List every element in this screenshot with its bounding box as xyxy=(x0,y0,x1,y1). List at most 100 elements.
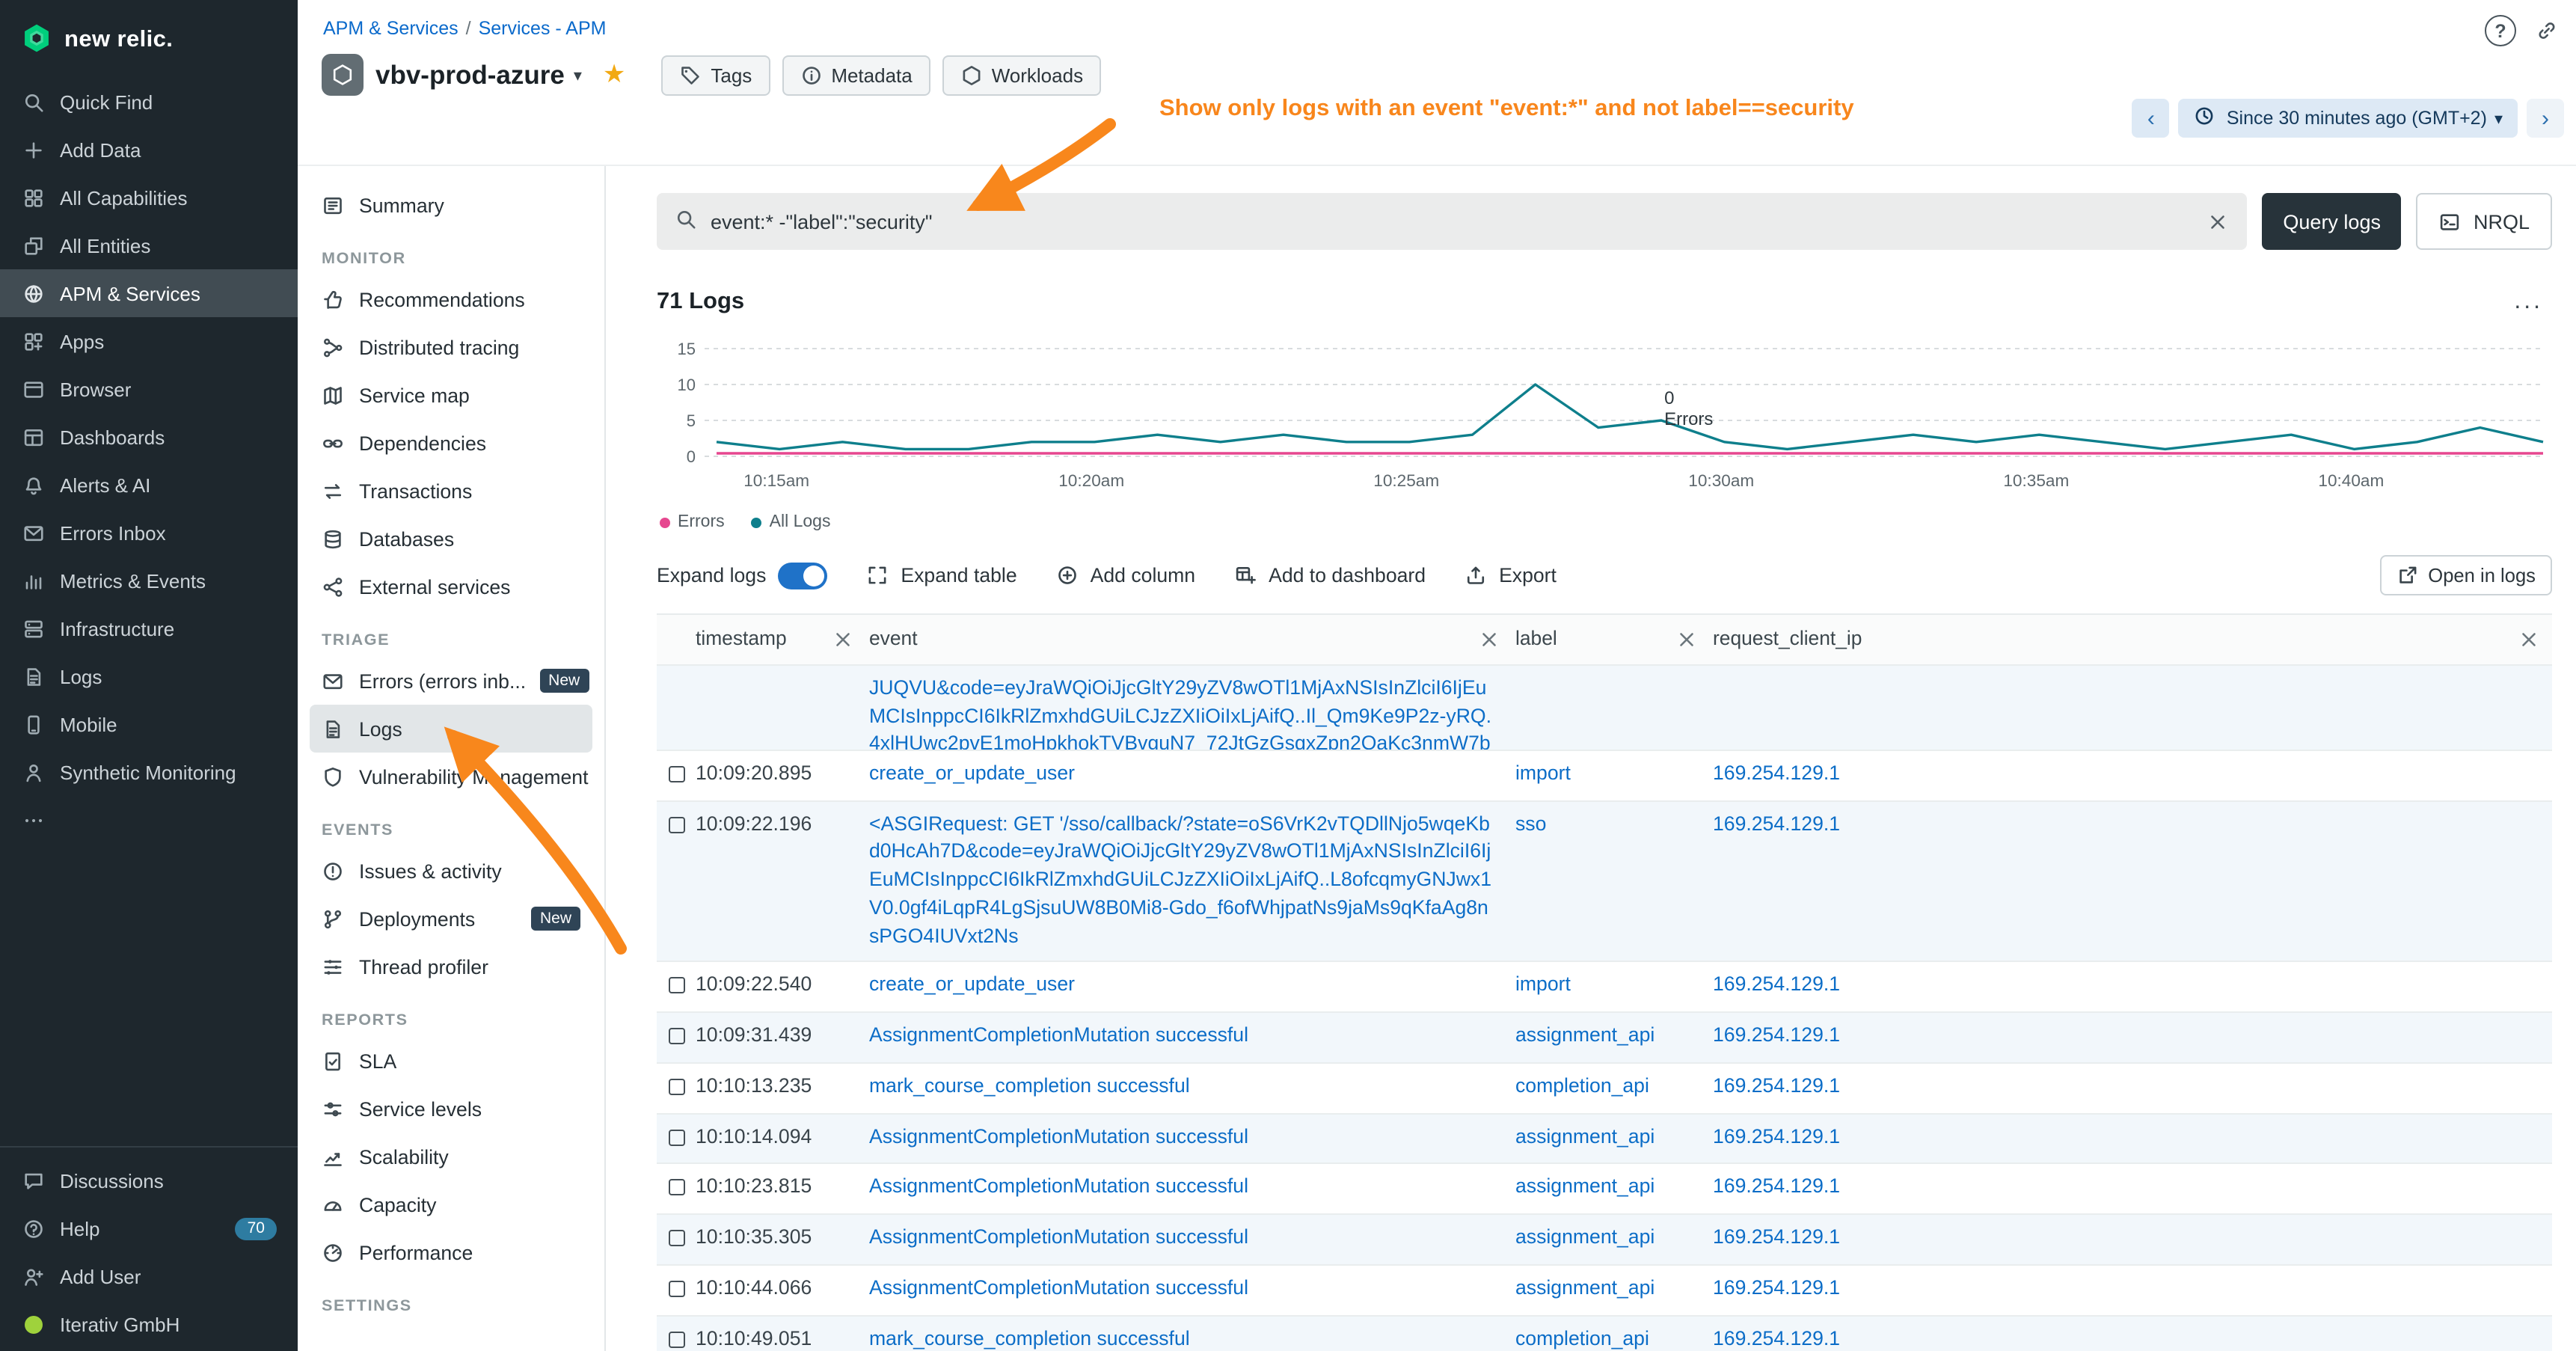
event-link[interactable]: create_or_update_user xyxy=(869,761,1075,783)
row-checkbox[interactable] xyxy=(669,1129,685,1145)
favorite-star-icon[interactable]: ★ xyxy=(603,60,626,90)
event-link[interactable]: create_or_update_user xyxy=(869,972,1075,995)
sidebar-footer-help[interactable]: Help70 xyxy=(0,1204,298,1252)
time-forward-button[interactable]: › xyxy=(2527,99,2564,138)
label-link[interactable]: completion_api xyxy=(1515,1073,1649,1096)
query-logs-button[interactable]: Query logs xyxy=(2262,193,2402,250)
event-link[interactable]: mark_course_completion successful xyxy=(869,1327,1190,1350)
sidebar-footer-add-user[interactable]: Add User xyxy=(0,1252,298,1300)
subnav-item-summary[interactable]: Summary xyxy=(310,181,592,229)
sidebar-item-all-entities[interactable]: All Entities xyxy=(0,221,298,269)
request_client_ip-link[interactable]: 169.254.129.1 xyxy=(1713,1073,1840,1096)
row-checkbox[interactable] xyxy=(669,1231,685,1247)
subnav-item-sla[interactable]: SLA xyxy=(310,1037,592,1085)
subnav-item-vulnerability-management[interactable]: Vulnerability Management xyxy=(310,753,592,800)
subnav-item-transactions[interactable]: Transactions xyxy=(310,467,592,515)
sidebar-item-synthetic-monitoring[interactable]: Synthetic Monitoring xyxy=(0,748,298,796)
row-checkbox[interactable] xyxy=(669,977,685,993)
log-query-bar[interactable]: event:* -"label":"security" xyxy=(657,193,2247,250)
subnav-item-service-map[interactable]: Service map xyxy=(310,371,592,419)
expand-logs-toggle[interactable]: Expand logs xyxy=(657,562,827,589)
request_client_ip-link[interactable]: 169.254.129.1 xyxy=(1713,1327,1840,1350)
add-to-dashboard-button[interactable]: Add to dashboard xyxy=(1234,564,1426,586)
help-icon[interactable]: ? xyxy=(2485,15,2516,46)
sidebar-item-quick-find[interactable]: Quick Find xyxy=(0,78,298,126)
subnav-item-thread-profiler[interactable]: Thread profiler xyxy=(310,943,592,990)
label-link[interactable]: assignment_api xyxy=(1515,1276,1655,1299)
request_client_ip-link[interactable]: 169.254.129.1 xyxy=(1713,1226,1840,1249)
log-query-input[interactable]: event:* -"label":"security" xyxy=(711,210,2193,233)
workloads-button[interactable]: Workloads xyxy=(942,55,1101,95)
metadata-button[interactable]: Metadata xyxy=(782,55,930,95)
request_client_ip-link[interactable]: 169.254.129.1 xyxy=(1713,1124,1840,1147)
entity-chevron-down-icon[interactable]: ▾ xyxy=(574,65,582,85)
request_client_ip-link[interactable]: 169.254.129.1 xyxy=(1713,761,1840,783)
event-link[interactable]: <ASGIRequest: GET '/sso/callback/?state=… xyxy=(869,812,1491,947)
link-icon[interactable] xyxy=(2536,19,2558,42)
remove-column-icon[interactable] xyxy=(2518,628,2540,651)
export-button[interactable]: Export xyxy=(1465,564,1557,586)
sidebar-item-browser[interactable]: Browser xyxy=(0,365,298,413)
sidebar-item-metrics-events[interactable]: Metrics & Events xyxy=(0,557,298,604)
subnav-item-errors-errors-inb[interactable]: Errors (errors inb...New xyxy=(310,657,592,705)
row-checkbox[interactable] xyxy=(669,1028,685,1044)
event-link[interactable]: AssignmentCompletionMutation successful xyxy=(869,1276,1248,1299)
sidebar-item-dashboards[interactable]: Dashboards xyxy=(0,413,298,461)
subnav-item-service-levels[interactable]: Service levels xyxy=(310,1085,592,1133)
open-in-logs-button[interactable]: Open in logs xyxy=(2380,555,2552,595)
subnav-item-databases[interactable]: Databases xyxy=(310,515,592,563)
remove-column-icon[interactable] xyxy=(832,628,854,651)
clear-query-icon[interactable] xyxy=(2207,210,2229,233)
label-link[interactable]: assignment_api xyxy=(1515,1124,1655,1147)
event-link[interactable]: AssignmentCompletionMutation successful xyxy=(869,1124,1248,1147)
label-link[interactable]: sso xyxy=(1515,812,1546,834)
label-link[interactable]: import xyxy=(1515,972,1571,995)
subnav-item-dependencies[interactable]: Dependencies xyxy=(310,419,592,467)
label-link[interactable]: assignment_api xyxy=(1515,1023,1655,1046)
legend-item-errors[interactable]: Errors xyxy=(660,513,725,531)
subnav-item-deployments[interactable]: DeploymentsNew xyxy=(310,895,592,943)
sidebar-item-apps[interactable]: Apps xyxy=(0,317,298,365)
row-checkbox[interactable] xyxy=(669,1281,685,1297)
subnav-item-issues-activity[interactable]: Issues & activity xyxy=(310,847,592,895)
more-menu-icon[interactable]: ... xyxy=(2514,289,2543,316)
row-checkbox[interactable] xyxy=(669,765,685,782)
event-link[interactable]: AssignmentCompletionMutation successful xyxy=(869,1226,1248,1249)
request_client_ip-link[interactable]: 169.254.129.1 xyxy=(1713,972,1840,995)
legend-item-all-logs[interactable]: All Logs xyxy=(752,513,831,531)
event-link[interactable]: mark_course_completion successful xyxy=(869,1073,1190,1096)
row-checkbox[interactable] xyxy=(669,1078,685,1094)
remove-column-icon[interactable] xyxy=(1675,628,1698,651)
subnav-item-capacity[interactable]: Capacity xyxy=(310,1180,592,1228)
sidebar-item-mobile[interactable]: Mobile xyxy=(0,700,298,748)
tags-button[interactable]: Tags xyxy=(661,55,770,95)
nrql-button[interactable]: NRQL xyxy=(2417,193,2552,250)
sidebar-item-add-data[interactable]: Add Data xyxy=(0,126,298,174)
label-link[interactable]: completion_api xyxy=(1515,1327,1649,1350)
request_client_ip-link[interactable]: 169.254.129.1 xyxy=(1713,1175,1840,1198)
sidebar-item-errors-inbox[interactable]: Errors Inbox xyxy=(0,509,298,557)
subnav-item-distributed-tracing[interactable]: Distributed tracing xyxy=(310,323,592,371)
label-link[interactable]: assignment_api xyxy=(1515,1175,1655,1198)
remove-column-icon[interactable] xyxy=(1478,628,1500,651)
time-back-button[interactable]: ‹ xyxy=(2132,99,2170,138)
event-link[interactable]: AssignmentCompletionMutation successful xyxy=(869,1023,1248,1046)
breadcrumb-link-services-apm[interactable]: Services - APM xyxy=(479,18,607,39)
subnav-item-scalability[interactable]: Scalability xyxy=(310,1133,592,1180)
sidebar-item-more[interactable] xyxy=(0,796,298,844)
add-column-button[interactable]: Add column xyxy=(1056,564,1195,586)
sidebar-item-logs[interactable]: Logs xyxy=(0,652,298,700)
sidebar-item-apm-services[interactable]: APM & Services xyxy=(0,269,298,317)
breadcrumb-link-apm-services[interactable]: APM & Services xyxy=(323,18,459,39)
row-checkbox[interactable] xyxy=(669,816,685,833)
new-relic-brand[interactable]: new relic. xyxy=(0,0,298,78)
label-link[interactable]: import xyxy=(1515,761,1571,783)
subnav-item-recommendations[interactable]: Recommendations xyxy=(310,275,592,323)
request_client_ip-link[interactable]: 169.254.129.1 xyxy=(1713,1023,1840,1046)
request_client_ip-link[interactable]: 169.254.129.1 xyxy=(1713,812,1840,834)
expand-table-button[interactable]: Expand table xyxy=(866,564,1016,586)
toggle-on-icon[interactable] xyxy=(778,562,827,589)
request_client_ip-link[interactable]: 169.254.129.1 xyxy=(1713,1276,1840,1299)
sidebar-footer-iterativ-gmbh[interactable]: Iterativ GmbH xyxy=(0,1300,298,1348)
time-range-button[interactable]: Since 30 minutes ago (GMT+2) ▾ xyxy=(2179,99,2518,138)
